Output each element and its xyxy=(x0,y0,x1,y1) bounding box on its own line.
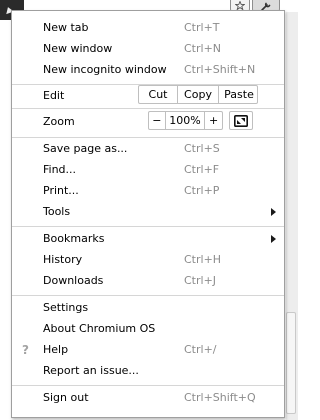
copy-button[interactable]: Copy xyxy=(177,86,218,103)
cut-button[interactable]: Cut xyxy=(139,86,177,103)
submenu-arrow-icon xyxy=(271,207,276,216)
menu-item-sign-out[interactable]: Sign out Ctrl+Shift+Q xyxy=(12,387,284,408)
menu-item-label: Tools xyxy=(43,205,71,218)
menu-item-tools[interactable]: Tools xyxy=(12,201,284,222)
zoom-level: 100% xyxy=(164,112,204,129)
wrench-menu: New tab Ctrl+T New window Ctrl+N New inc… xyxy=(11,10,285,418)
menu-item-print[interactable]: Print... Ctrl+P xyxy=(12,180,284,201)
submenu-arrow-icon xyxy=(271,234,276,243)
menu-item-shortcut: Ctrl+Shift+N xyxy=(184,63,256,76)
fullscreen-button[interactable] xyxy=(229,111,253,130)
menu-item-label: New tab xyxy=(43,21,89,34)
menu-separator xyxy=(12,295,284,296)
menu-item-shortcut: Ctrl+H xyxy=(184,253,222,266)
zoom-button-group: − 100% + xyxy=(148,111,223,130)
menu-item-about[interactable]: About Chromium OS xyxy=(12,318,284,339)
menu-item-help[interactable]: ? Help Ctrl+/ xyxy=(12,339,284,360)
menu-item-label: About Chromium OS xyxy=(43,322,156,335)
menu-item-edit: Edit Cut Copy Paste xyxy=(12,84,284,106)
zoom-in-button[interactable]: + xyxy=(204,112,222,129)
menu-item-label: New window xyxy=(43,42,113,55)
menu-item-label: Help xyxy=(43,343,69,356)
scrollbar-thumb[interactable] xyxy=(286,312,296,414)
zoom-out-button[interactable]: − xyxy=(149,112,165,129)
menu-item-label: Save page as... xyxy=(43,142,128,155)
menu-item-settings[interactable]: Settings xyxy=(12,297,284,318)
menu-item-new-window[interactable]: New window Ctrl+N xyxy=(12,38,284,59)
paste-button[interactable]: Paste xyxy=(218,86,259,103)
menu-item-shortcut: Ctrl+Shift+Q xyxy=(184,391,256,404)
menu-item-label: Zoom xyxy=(43,114,75,128)
menu-item-label: Report an issue... xyxy=(43,364,139,377)
menu-item-zoom: Zoom − 100% + xyxy=(12,110,284,132)
menu-item-shortcut: Ctrl+F xyxy=(184,163,220,176)
menu-item-shortcut: Ctrl+S xyxy=(184,142,220,155)
menu-item-label: Print... xyxy=(43,184,79,197)
star-icon xyxy=(235,1,245,10)
menu-item-label: Settings xyxy=(43,301,89,314)
menu-item-find[interactable]: Find... Ctrl+F xyxy=(12,159,284,180)
menu-separator xyxy=(12,108,284,109)
menu-item-history[interactable]: History Ctrl+H xyxy=(12,249,284,270)
menu-item-label: Sign out xyxy=(43,391,89,404)
help-icon: ? xyxy=(22,342,29,357)
menu-item-report-issue[interactable]: Report an issue... xyxy=(12,360,284,381)
menu-item-label: History xyxy=(43,253,83,266)
menu-item-save-page-as[interactable]: Save page as... Ctrl+S xyxy=(12,138,284,159)
menu-item-label: Downloads xyxy=(43,274,104,287)
menu-separator xyxy=(12,385,284,386)
menu-item-shortcut: Ctrl+P xyxy=(184,184,220,197)
edit-button-group: Cut Copy Paste xyxy=(138,85,258,104)
menu-separator xyxy=(12,226,284,227)
page-scrollbar[interactable] xyxy=(286,12,298,420)
menu-item-label: Find... xyxy=(43,163,77,176)
fullscreen-icon xyxy=(234,114,248,127)
menu-item-label: Bookmarks xyxy=(43,232,105,245)
menu-item-shortcut: Ctrl+J xyxy=(184,274,217,287)
menu-item-new-incognito-window[interactable]: New incognito window Ctrl+Shift+N xyxy=(12,59,284,80)
menu-item-downloads[interactable]: Downloads Ctrl+J xyxy=(12,270,284,291)
menu-item-bookmarks[interactable]: Bookmarks xyxy=(12,228,284,249)
menu-item-new-tab[interactable]: New tab Ctrl+T xyxy=(12,17,284,38)
menu-item-label: Edit xyxy=(43,88,65,102)
menu-item-shortcut: Ctrl+T xyxy=(184,21,220,34)
menu-item-label: New incognito window xyxy=(43,63,167,76)
menu-item-shortcut: Ctrl+N xyxy=(184,42,222,55)
wrench-icon xyxy=(261,2,271,11)
menu-item-shortcut: Ctrl+/ xyxy=(184,343,217,356)
